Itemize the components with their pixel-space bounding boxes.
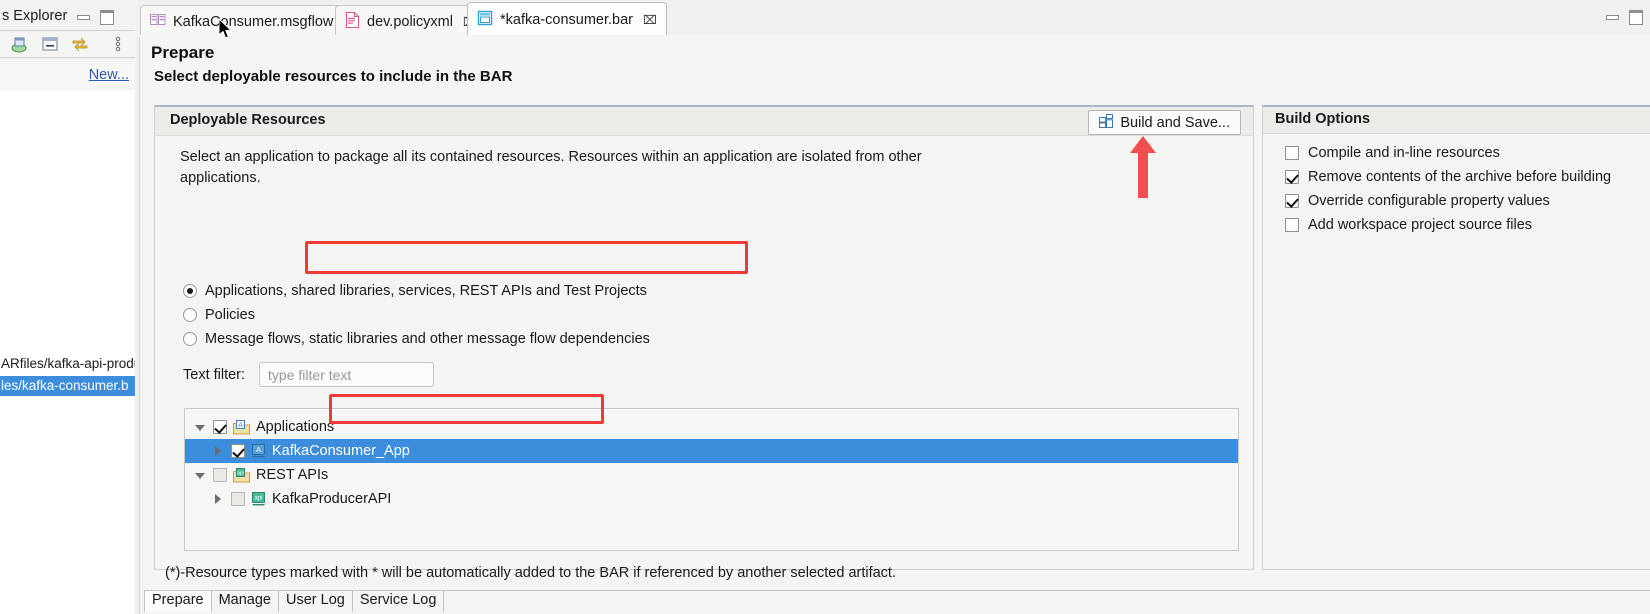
radio-applications-shared-libraries[interactable]: Applications, shared libraries, services… <box>183 283 647 299</box>
application-icon: A <box>251 443 266 459</box>
checkbox-label: Override configurable property values <box>1308 193 1550 209</box>
radio-message-flows[interactable]: Message flows, static libraries and othe… <box>183 331 650 347</box>
new-link[interactable]: New... <box>89 67 129 83</box>
tab-label: *kafka-consumer.bar <box>500 12 633 28</box>
project-explorer-titlebar: s Explorer <box>0 4 135 28</box>
checkbox[interactable] <box>1285 170 1299 184</box>
svg-text:A: A <box>238 421 243 428</box>
list-item[interactable]: les/kafka-consumer.b <box>0 376 135 396</box>
tree-row-kafkaconsumer-app[interactable]: A KafkaConsumer_App <box>185 439 1238 463</box>
tab-service-log[interactable]: Service Log <box>353 590 445 612</box>
resources-tree[interactable]: A Applications A KafkaConsumer_App api R… <box>184 408 1239 551</box>
applications-folder-icon: A <box>233 419 250 435</box>
svg-text:A: A <box>256 445 261 454</box>
build-and-save-label: Build and Save... <box>1120 114 1230 131</box>
editor-window-controls <box>1596 9 1643 25</box>
page-title: Prepare <box>151 43 215 62</box>
msgflow-icon <box>150 13 166 31</box>
checkbox-remove-contents-before-building[interactable]: Remove contents of the archive before bu… <box>1285 169 1611 185</box>
project-explorer-toolbar <box>0 30 135 58</box>
project-explorer-panel: s Explorer New... ARfiles/kafka-api-prod… <box>0 0 135 614</box>
build-options-header: Build Options <box>1263 107 1650 134</box>
tab-prepare[interactable]: Prepare <box>144 590 212 612</box>
radio-label: Message flows, static libraries and othe… <box>205 331 650 347</box>
text-filter-label: Text filter: <box>183 366 246 383</box>
maximize-icon[interactable] <box>99 9 115 25</box>
svg-text:api: api <box>254 495 262 501</box>
chevron-right-icon[interactable] <box>211 492 225 506</box>
deployable-resources-description: Select an application to package all its… <box>180 149 922 187</box>
resource-footnote: (*)-Resource types marked with * will be… <box>165 565 896 581</box>
tab-user-log[interactable]: User Log <box>279 590 353 612</box>
tree-row-label: Applications <box>256 419 335 435</box>
bar-build-icon <box>1099 113 1114 132</box>
tab-label: dev.policyxml <box>367 13 453 30</box>
svg-text:api: api <box>237 470 244 476</box>
checkbox-label: Remove contents of the archive before bu… <box>1308 169 1612 185</box>
project-explorer-title: s Explorer <box>2 8 68 24</box>
chevron-down-icon[interactable] <box>193 420 207 434</box>
chevron-right-icon[interactable] <box>211 444 225 458</box>
rest-api-icon: api <box>251 491 266 507</box>
radio-indicator[interactable] <box>183 308 197 322</box>
deployable-resources-group: Deployable Resources Build and Save... S… <box>154 105 1254 581</box>
tab-kafka-consumer-bar[interactable]: *kafka-consumer.bar ⌧ <box>467 2 667 37</box>
close-icon[interactable]: ⌧ <box>643 13 657 27</box>
minimize-icon[interactable] <box>1605 9 1619 23</box>
tree-row-rest-apis[interactable]: api REST APIs <box>185 463 1238 487</box>
policy-icon <box>345 11 360 32</box>
checkbox[interactable] <box>213 420 227 434</box>
deployable-resources-header: Deployable Resources Build and Save... <box>155 107 1253 136</box>
rest-apis-folder-icon: api <box>233 467 250 483</box>
checkbox[interactable] <box>1285 146 1299 160</box>
text-filter-row: Text filter: <box>183 362 435 387</box>
checkbox[interactable] <box>231 492 245 506</box>
deploy-icon[interactable] <box>10 34 30 54</box>
tree-row-label: KafkaProducerAPI <box>272 491 392 507</box>
checkbox[interactable] <box>1285 218 1299 232</box>
group-title: Deployable Resources <box>170 112 326 128</box>
checkbox[interactable] <box>231 444 245 458</box>
radio-label: Applications, shared libraries, services… <box>205 283 647 299</box>
project-explorer-tree[interactable]: ARfiles/kafka-api-produ les/kafka-consum… <box>0 90 135 614</box>
maximize-icon[interactable] <box>1628 9 1643 25</box>
radio-policies[interactable]: Policies <box>183 307 255 323</box>
project-explorer-new-row: New... <box>0 62 135 88</box>
tree-row-kafkaproducerapi[interactable]: api KafkaProducerAPI <box>185 487 1238 511</box>
radio-label: Policies <box>205 307 255 323</box>
page-subtitle: Select deployable resources to include i… <box>154 68 513 85</box>
view-menu-icon[interactable] <box>108 34 128 54</box>
checkbox[interactable] <box>213 468 227 482</box>
group-title: Build Options <box>1275 111 1371 127</box>
tab-kafkaconsumer-msgflow[interactable]: KafkaConsumer.msgflow <box>140 5 344 37</box>
checkbox-label: Compile and in-line resources <box>1308 145 1500 161</box>
checkbox-add-workspace-project-source-files[interactable]: Add workspace project source files <box>1285 217 1532 233</box>
checkbox-compile-and-inline-resources[interactable]: Compile and in-line resources <box>1285 145 1500 161</box>
tab-manage[interactable]: Manage <box>212 590 279 612</box>
tab-label: KafkaConsumer.msgflow <box>173 13 334 30</box>
link-with-editor-icon[interactable] <box>70 34 90 54</box>
radio-indicator[interactable] <box>183 332 197 346</box>
bar-file-icon <box>477 10 493 30</box>
chevron-down-icon[interactable] <box>193 468 207 482</box>
bar-editor: Prepare Select deployable resources to i… <box>139 37 1650 614</box>
build-and-save-button[interactable]: Build and Save... <box>1088 110 1241 135</box>
tree-row-label: REST APIs <box>256 467 329 483</box>
radio-indicator[interactable] <box>183 284 197 298</box>
collapse-all-icon[interactable] <box>40 34 60 54</box>
checkbox-override-configurable-property-values[interactable]: Override configurable property values <box>1285 193 1550 209</box>
tree-row-label: KafkaConsumer_App <box>272 443 410 459</box>
tree-row-applications[interactable]: A Applications <box>185 415 1238 439</box>
editor-tab-bar: KafkaConsumer.msgflow dev.policyxml ⌧ <box>139 0 1650 37</box>
build-options-group: Build Options Compile and in-line resour… <box>1262 105 1650 570</box>
minimize-icon[interactable] <box>76 9 91 23</box>
search-input[interactable] <box>259 362 435 387</box>
checkbox-label: Add workspace project source files <box>1308 217 1533 233</box>
checkbox[interactable] <box>1285 194 1299 208</box>
editor-page-tabs: Prepare Manage User Log Service Log <box>144 590 1650 612</box>
list-item[interactable]: ARfiles/kafka-api-produ <box>0 354 135 374</box>
tab-dev-policyxml[interactable]: dev.policyxml ⌧ <box>335 5 487 37</box>
